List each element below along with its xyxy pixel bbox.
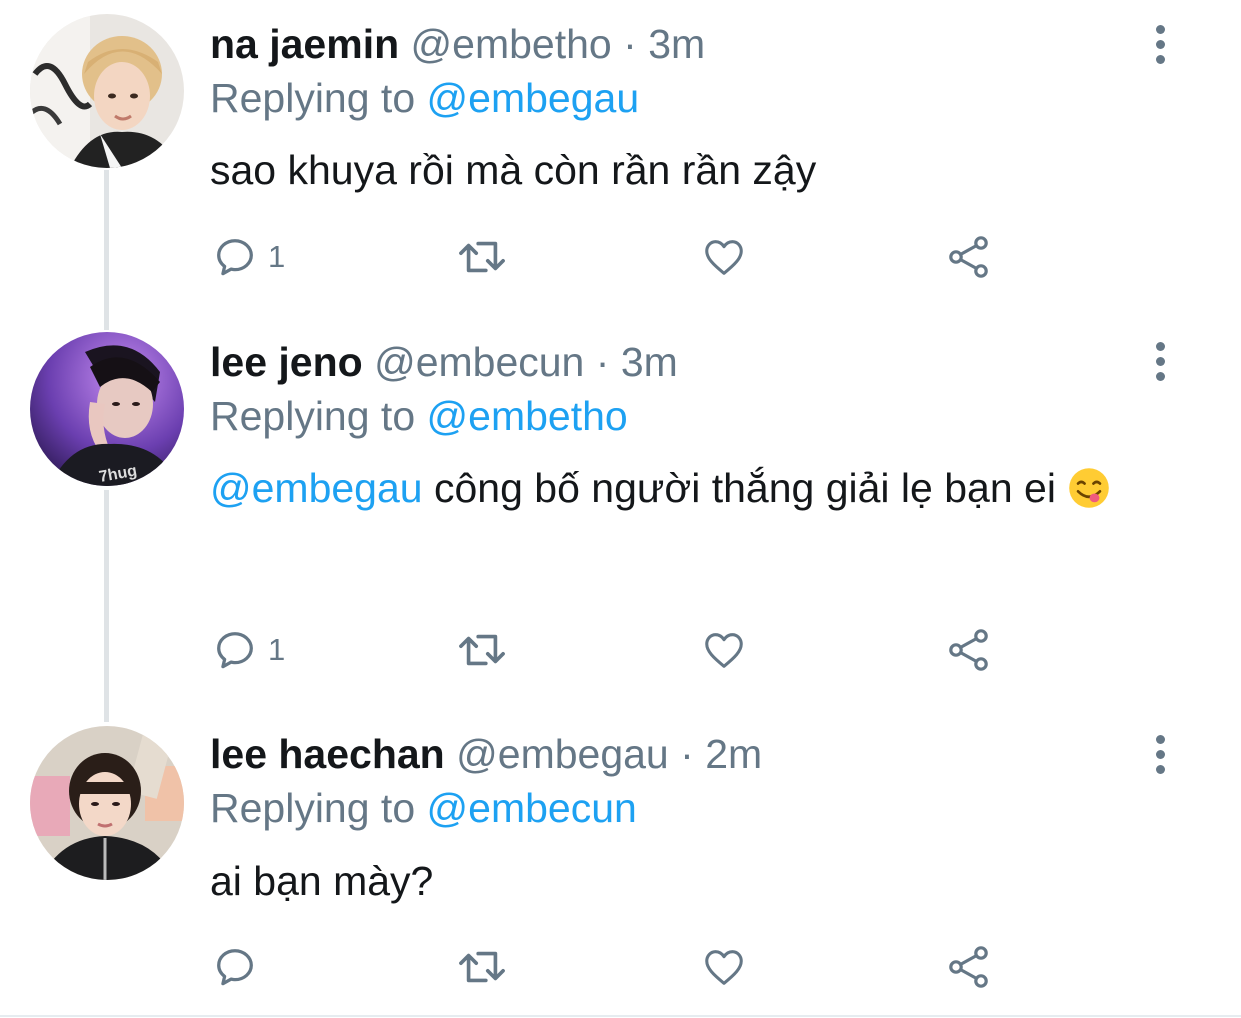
author-name[interactable]: lee haechan: [210, 731, 445, 777]
share-icon: [949, 629, 988, 671]
tweet-text: sao khuya rồi mà còn rần rần zậy: [210, 147, 817, 193]
more-options-icon[interactable]: [1145, 25, 1175, 64]
heart-icon: [705, 633, 743, 668]
tweet[interactable]: na jaemin @embetho · 3m Replying to @emb…: [0, 0, 1241, 320]
retweet-button[interactable]: [454, 625, 510, 675]
timestamp[interactable]: 3m: [648, 21, 705, 67]
reply-icon: [217, 632, 253, 669]
tweet[interactable]: lee haechan @embegau · 2m Replying to @e…: [0, 710, 1241, 1015]
share-button[interactable]: [945, 625, 993, 675]
tweet-header: lee jeno @embecun · 3m: [210, 338, 678, 386]
tweet-text: @embegau công bố người thắng giải lẹ bạn…: [210, 455, 1200, 521]
reply-icon: [217, 949, 253, 986]
separator-dot: ·: [595, 339, 610, 385]
avatar[interactable]: [30, 726, 184, 880]
reply-button[interactable]: [212, 942, 258, 992]
tweet-header: lee haechan @embegau · 2m: [210, 730, 762, 778]
action-bar: 1: [210, 625, 1010, 675]
separator-dot: ·: [623, 21, 637, 67]
replying-to: Replying to @embegau: [210, 74, 639, 122]
reply-button[interactable]: 1: [212, 625, 285, 675]
action-bar: [210, 942, 1010, 992]
divider: [0, 1015, 1241, 1017]
retweet-button[interactable]: [454, 232, 510, 282]
tweet-text: ai bạn mày?: [210, 858, 434, 904]
tweet-header: na jaemin @embetho · 3m: [210, 20, 705, 68]
replying-prefix: Replying to: [210, 75, 416, 121]
inline-mention-link[interactable]: @embegau: [210, 465, 423, 511]
timestamp[interactable]: 3m: [621, 339, 678, 385]
timestamp[interactable]: 2m: [705, 731, 762, 777]
author-handle[interactable]: @embetho: [411, 21, 612, 67]
like-button[interactable]: [700, 942, 748, 992]
author-handle[interactable]: @embegau: [456, 731, 669, 777]
share-icon: [949, 236, 988, 278]
replying-prefix: Replying to: [210, 785, 416, 831]
reply-button[interactable]: 1: [212, 232, 285, 282]
like-button[interactable]: [700, 232, 748, 282]
reply-mention-link[interactable]: @embegau: [427, 75, 640, 121]
retweet-icon: [459, 951, 505, 983]
author-name[interactable]: lee jeno: [210, 339, 363, 385]
replying-prefix: Replying to: [210, 393, 416, 439]
reply-mention-link[interactable]: @embecun: [427, 785, 637, 831]
retweet-button[interactable]: [454, 942, 510, 992]
avatar[interactable]: [30, 14, 184, 168]
more-options-icon[interactable]: [1145, 735, 1175, 774]
replying-to: Replying to @embecun: [210, 784, 637, 832]
action-bar: 1: [210, 232, 1010, 282]
reply-count: 1: [268, 239, 286, 274]
separator-dot: ·: [680, 731, 694, 777]
reply-icon: [217, 239, 253, 276]
more-options-icon[interactable]: [1145, 342, 1175, 381]
retweet-icon: [459, 241, 505, 273]
share-button[interactable]: [945, 232, 993, 282]
yum-face-emoji: [1069, 468, 1110, 508]
avatar[interactable]: 7hug: [30, 332, 184, 486]
retweet-icon: [459, 634, 505, 666]
reply-mention-link[interactable]: @embetho: [427, 393, 628, 439]
share-icon: [949, 946, 988, 988]
tweet[interactable]: 7hug lee jeno @embecun · 3m Replying to …: [0, 320, 1241, 710]
heart-icon: [705, 240, 743, 275]
author-handle[interactable]: @embecun: [374, 339, 584, 385]
reply-count: 1: [268, 632, 286, 667]
tweet-text-content: công bố người thắng giải lẹ bạn ei: [434, 465, 1056, 511]
author-name[interactable]: na jaemin: [210, 21, 399, 67]
heart-icon: [705, 950, 743, 985]
replying-to: Replying to @embetho: [210, 392, 628, 440]
share-button[interactable]: [945, 942, 993, 992]
like-button[interactable]: [700, 625, 748, 675]
